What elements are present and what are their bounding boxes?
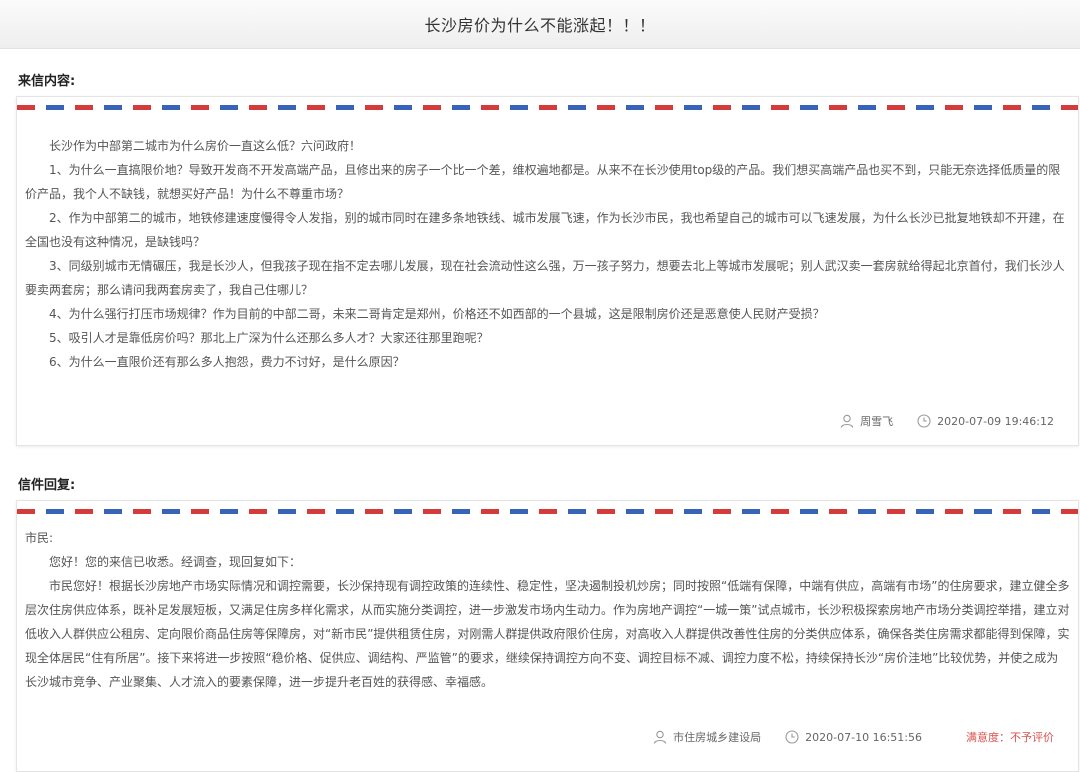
clock-icon: [917, 414, 931, 428]
letter-paragraph: 6、为什么一直限价还有那么多人抱怨，费力不讨好，是什么原因？: [49, 355, 405, 369]
reply-section-label: 信件回复:: [18, 478, 76, 493]
letter-paragraph: 1、为什么一直搞限价地？导致开发商不开发高端产品，且修出来的房子一个比一个差，维…: [25, 163, 1061, 201]
letter-section-label: 来信内容:: [18, 74, 76, 89]
reply-datetime: 2020-07-10 16:51:56: [805, 730, 922, 744]
reply-paragraph: 市民您好！根据长沙房地产市场实际情况和调控需要，长沙保持现有调控政策的连续性、稳…: [25, 579, 1070, 689]
letter-author: 周雪飞: [840, 413, 893, 429]
reply-author-name: 市住房城乡建设局: [673, 731, 762, 744]
letter-paragraph: 长沙作为中部第二城市为什么房价一直这么低？六问政府！: [49, 139, 362, 153]
letter-paragraph: 5、吸引人才是靠低房价吗？那北上广深为什么还那么多人才？大家还往那里跑呢？: [49, 331, 489, 345]
airmail-border: [17, 509, 1078, 514]
letter-content: 长沙作为中部第二城市为什么房价一直这么低？六问政府！ 1、为什么一直搞限价地？导…: [17, 134, 1078, 374]
letter-paragraph: 4、为什么强行打压市场规律？作为目前的中部二哥，未来二哥肯定是郑州，价格还不如西…: [49, 307, 825, 321]
letter-meta: 周雪飞 2020-07-09 19:46:12: [816, 413, 1054, 429]
letter-card: 长沙作为中部第二城市为什么房价一直这么低？六问政府！ 1、为什么一直搞限价地？导…: [16, 96, 1079, 446]
reply-card: 市民: 您好！您的来信已收悉。经调查，现回复如下： 市民您好！根据长沙房地产市场…: [16, 500, 1079, 772]
reply-salutation: 市民:: [25, 531, 54, 545]
page-title: 长沙房价为什么不能涨起！！！: [424, 16, 656, 35]
airmail-border: [17, 105, 1078, 110]
satisfaction-rating: 满意度：不予评价: [966, 731, 1054, 744]
user-icon: [840, 414, 854, 428]
reply-author: 市住房城乡建设局: [653, 729, 761, 745]
letter-datetime: 2020-07-09 19:46:12: [937, 414, 1054, 428]
reply-meta: 市住房城乡建设局 2020-07-10 16:51:56 满意度：不予评价: [629, 729, 1054, 745]
user-icon: [653, 730, 667, 744]
page-title-bar: 长沙房价为什么不能涨起！！！: [0, 0, 1080, 49]
letter-paragraph: 2、作为中部第二的城市，地铁修建速度慢得令人发指，别的城市同时在建多条地铁线、城…: [25, 211, 1065, 249]
reply-paragraph: 您好！您的来信已收悉。经调查，现回复如下：: [49, 555, 302, 569]
clock-icon: [785, 730, 799, 744]
reply-content: 市民: 您好！您的来信已收悉。经调查，现回复如下： 市民您好！根据长沙房地产市场…: [17, 526, 1078, 694]
letter-author-name: 周雪飞: [860, 415, 894, 428]
letter-paragraph: 3、同级别城市无情碾压，我是长沙人，但我孩子现在指不定去哪儿发展，现在社会流动性…: [25, 259, 1065, 297]
letter-time: 2020-07-09 19:46:12: [917, 414, 1054, 428]
reply-time: 2020-07-10 16:51:56: [785, 730, 922, 744]
